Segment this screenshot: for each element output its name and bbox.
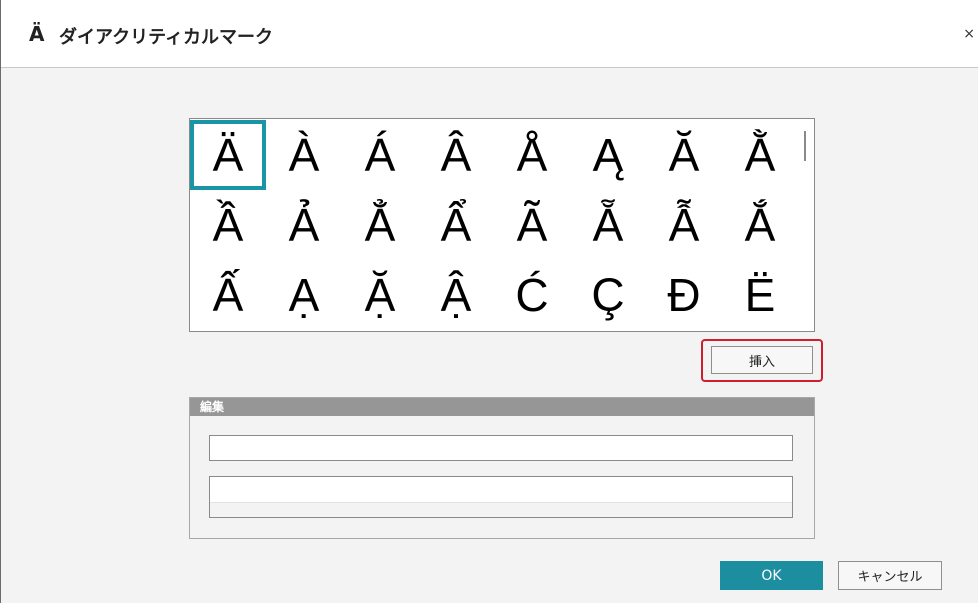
character-cell[interactable]: Ậ [418, 260, 494, 330]
edit-group-header: 編集 [190, 398, 814, 416]
character-grid: ÄÀÁÂÅĄĂẰ ẦẢẲẨÃẴẪẮ ẤẠẶẬĆÇĐË [190, 119, 798, 331]
character-cell[interactable]: Ç [570, 260, 646, 330]
character-cell[interactable]: Ắ [722, 190, 798, 260]
character-cell[interactable]: Ă [646, 120, 722, 190]
character-cell[interactable]: Å [494, 120, 570, 190]
ok-button[interactable]: OK [720, 561, 823, 590]
edit-group: 編集 [189, 397, 815, 539]
edit-preview-field[interactable] [209, 476, 793, 518]
title-glyph: Ä [29, 22, 45, 46]
cancel-button[interactable]: キャンセル [838, 561, 942, 590]
vertical-scrollbar[interactable] [798, 119, 814, 331]
character-grid-panel: ÄÀÁÂÅĄĂẰ ẦẢẲẨÃẴẪẮ ẤẠẶẬĆÇĐË [189, 118, 815, 332]
scrollbar-thumb[interactable] [804, 131, 806, 161]
character-cell[interactable]: Ả [266, 190, 342, 260]
character-cell[interactable]: Ằ [722, 120, 798, 190]
insert-button[interactable]: 挿入 [711, 346, 813, 374]
character-cell[interactable]: Á [342, 120, 418, 190]
character-cell[interactable]: Â [418, 120, 494, 190]
character-cell[interactable]: Ạ [266, 260, 342, 330]
character-cell[interactable]: Ặ [342, 260, 418, 330]
character-cell[interactable]: Ầ [190, 190, 266, 260]
character-cell[interactable]: Ą [570, 120, 646, 190]
title-bar: Ä ダイアクリティカルマーク × [1, 0, 978, 68]
close-icon[interactable]: × [963, 26, 975, 42]
dialog-title: ダイアクリティカルマーク [59, 27, 274, 48]
insert-button-highlight: 挿入 [701, 339, 823, 382]
character-cell[interactable]: Ë [722, 260, 798, 330]
character-cell[interactable]: Ẫ [646, 190, 722, 260]
character-cell[interactable]: Ẳ [342, 190, 418, 260]
diacritical-mark-dialog: Ä ダイアクリティカルマーク × ÄÀÁÂÅĄĂẰẦẢẲẨÃẴẪẮẤẠẶẬĆÇĐ… [0, 0, 978, 603]
character-cell[interactable]: Ấ [190, 260, 266, 330]
character-cell[interactable]: Ä [190, 120, 266, 190]
character-cell[interactable]: Ẩ [418, 190, 494, 260]
character-cell[interactable]: Ẵ [570, 190, 646, 260]
character-cell[interactable]: Ć [494, 260, 570, 330]
character-cell[interactable]: Ã [494, 190, 570, 260]
preview-field-footer [210, 502, 792, 517]
character-cell[interactable]: À [266, 120, 342, 190]
character-cell[interactable]: Đ [646, 260, 722, 330]
edit-text-field[interactable] [209, 435, 793, 461]
